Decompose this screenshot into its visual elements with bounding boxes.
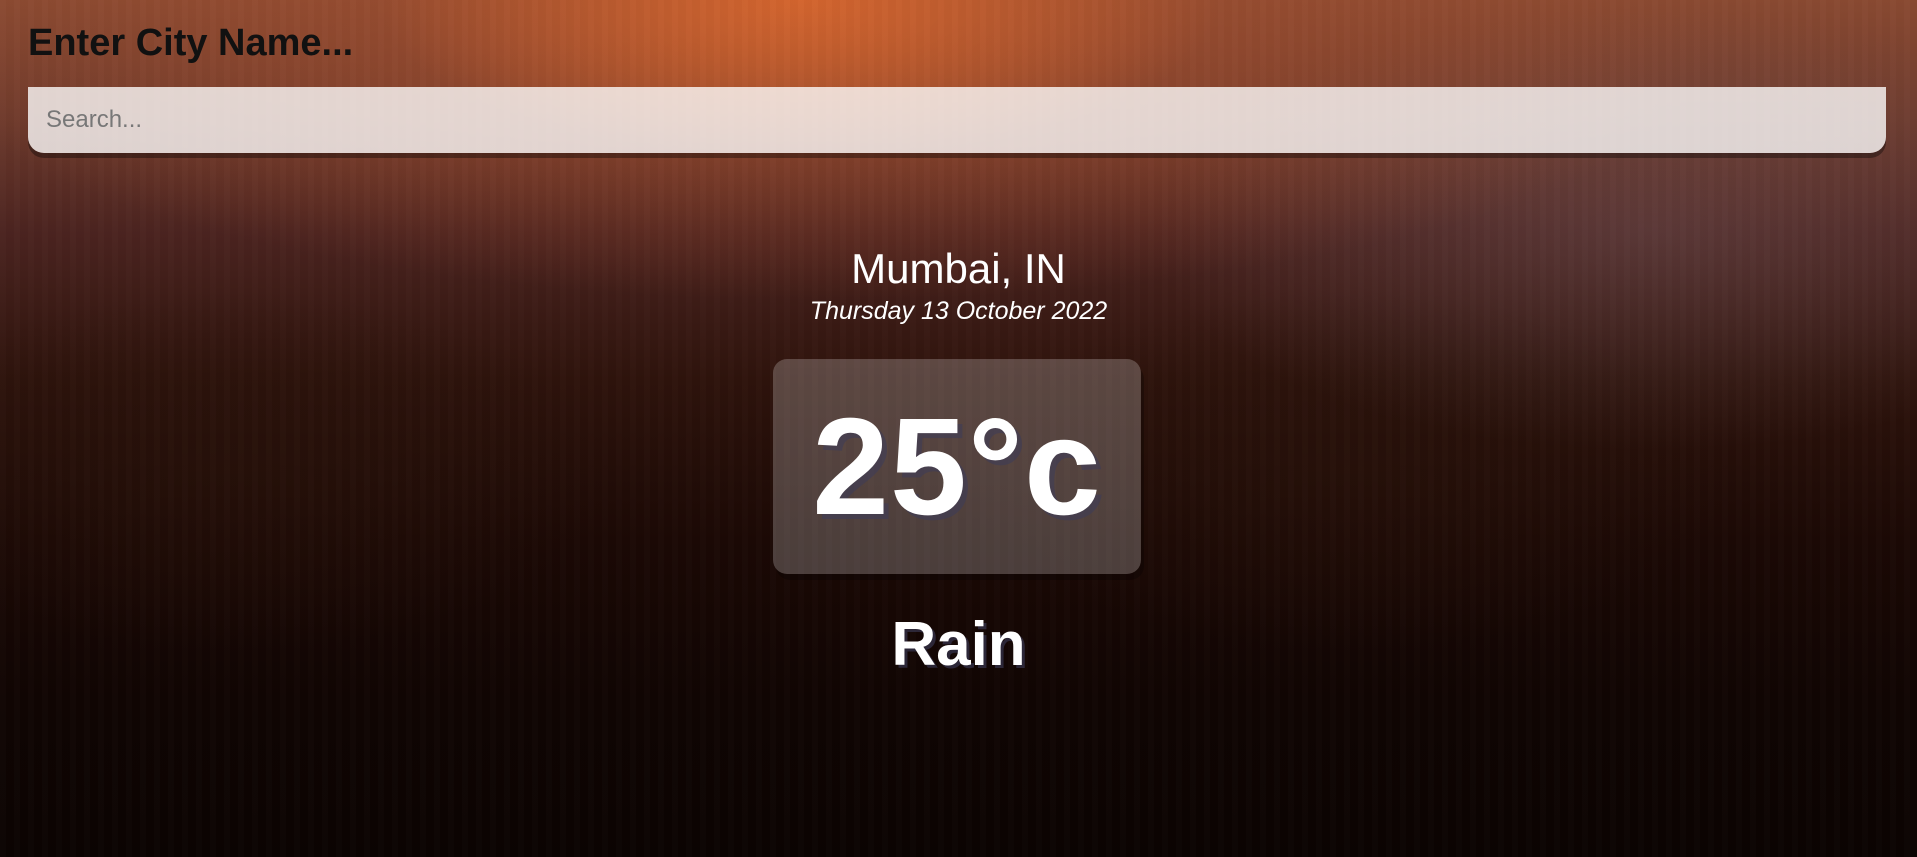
location-box: Mumbai, IN Thursday 13 October 2022	[0, 245, 1917, 327]
temperature-value: 25°c	[812, 389, 1102, 544]
search-label: Enter City Name...	[28, 22, 354, 64]
city-name: Mumbai, IN	[851, 245, 1066, 292]
date-text: Thursday 13 October 2022	[809, 297, 1108, 325]
search-input[interactable]	[28, 87, 1886, 153]
weather-condition: Rain	[891, 610, 1026, 679]
temperature-box: 25°c	[773, 359, 1141, 574]
weather-app: Enter City Name... Mumbai, IN Thursday 1…	[0, 0, 1917, 857]
